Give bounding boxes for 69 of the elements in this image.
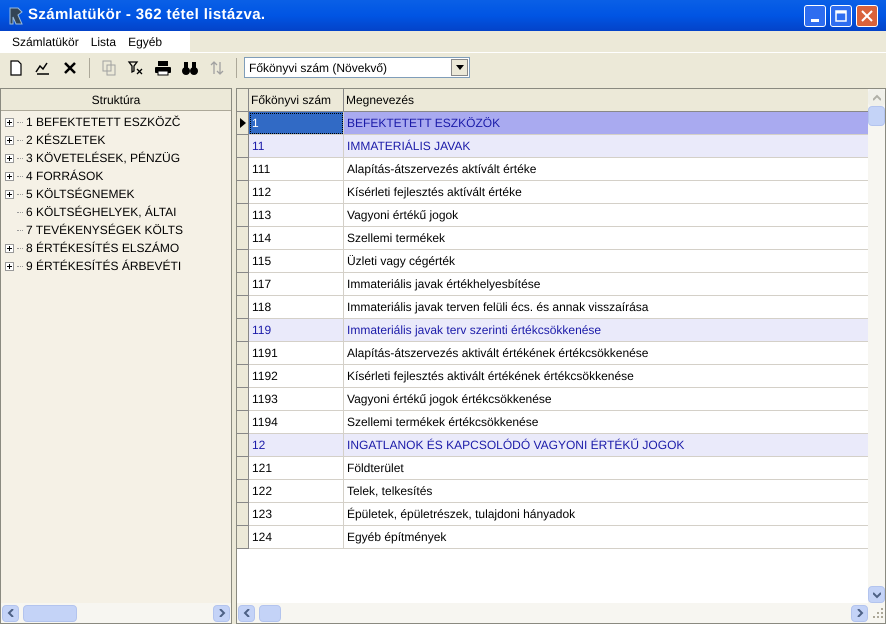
table-cell: 12: [249, 434, 344, 457]
window-title: Számlatükör - 362 tétel listázva.: [28, 5, 266, 26]
maximize-button[interactable]: [830, 4, 852, 26]
expand-icon[interactable]: [5, 172, 14, 180]
tree-item[interactable]: 6 KÖLTSÉGHELYEK, ÁLTAI: [26, 203, 176, 221]
tree-item[interactable]: 4 FORRÁSOK: [26, 167, 104, 185]
table-cell: 111: [249, 158, 344, 181]
scroll-thumb[interactable]: [868, 106, 885, 126]
table-cell: BEFEKTETETT ESZKÖZÖK: [344, 112, 868, 135]
scroll-button[interactable]: [868, 586, 885, 603]
table-cell: 1192: [249, 365, 344, 388]
tree-item[interactable]: 3 KÖVETELÉSEK, PÉNZÜG: [26, 149, 180, 167]
scroll-thumb[interactable]: [23, 604, 77, 622]
scroll-thumb[interactable]: [259, 604, 281, 622]
table-cell: 117: [249, 273, 344, 296]
table-cell: Immateriális javak terv szerinti értékcsökkenése: [344, 319, 868, 342]
expand-icon[interactable]: [5, 262, 14, 270]
tree-item[interactable]: 5 KÖLTSÉGNEMEK: [26, 185, 134, 203]
table-cell: 11: [249, 135, 344, 158]
table-cell: 1194: [249, 411, 344, 434]
scroll-button[interactable]: [2, 604, 19, 622]
panel-header: Struktúra: [1, 89, 231, 111]
app-icon: [8, 6, 24, 24]
table-cell: 121: [249, 457, 344, 480]
tree-item[interactable]: 8 ÉRTÉKESÍTÉS ELSZÁMO: [26, 239, 180, 257]
current-row-icon: [240, 118, 246, 128]
table-cell: 1: [249, 112, 344, 135]
table-cell: 113: [249, 204, 344, 227]
table-cell: IMMATERIÁLIS JAVAK: [344, 135, 868, 158]
table-cell: 124: [249, 526, 344, 549]
expand-icon[interactable]: [5, 118, 14, 126]
table-cell: 122: [249, 480, 344, 503]
minimize-icon: [811, 18, 819, 22]
close-icon: [861, 10, 873, 22]
menu-item[interactable]: Egyéb: [124, 32, 166, 50]
table-cell: 123: [249, 503, 344, 526]
resize-grip-icon[interactable]: [872, 607, 884, 619]
dropdown-arrow-icon: [456, 65, 464, 70]
scroll-button[interactable]: [213, 604, 230, 622]
table-cell: 112: [249, 181, 344, 204]
scroll-button[interactable]: [238, 604, 255, 622]
tree-item[interactable]: 7 TEVÉKENYSÉGEK KÖLTS: [26, 221, 183, 239]
table-cell: 1191: [249, 342, 344, 365]
table-cell: 118: [249, 296, 344, 319]
table-cell: 1193: [249, 388, 344, 411]
sort-value: Főkönyvi szám (Növekvő): [249, 60, 388, 76]
expand-icon[interactable]: [5, 244, 14, 252]
tree-item[interactable]: 2 KÉSZLETEK: [26, 131, 106, 149]
scroll-button[interactable]: [851, 604, 868, 622]
copy-icon: [100, 58, 118, 76]
menu-item[interactable]: Számlatükör: [8, 32, 83, 50]
tree-item[interactable]: 1 BEFEKTETETT ESZKÖZČ: [26, 113, 180, 131]
menu-item[interactable]: Lista: [86, 32, 120, 50]
maximize-icon: [835, 10, 847, 22]
tree-item[interactable]: 9 ÉRTÉKESÍTÉS ÁRBEVÉTI: [26, 257, 182, 275]
expand-icon[interactable]: [5, 154, 14, 162]
table-cell: 114: [249, 227, 344, 250]
minimize-button[interactable]: [804, 4, 826, 26]
printer-icon: [154, 58, 172, 76]
filter-icon: [127, 58, 145, 76]
table-cell: INGATLANOK ÉS KAPCSOLÓDÓ VAGYONI ÉRTÉKŰ JOGOK: [344, 434, 868, 457]
swap-icon: [208, 58, 226, 76]
sort-dropdown[interactable]: Főkönyvi szám (Növekvő): [244, 57, 470, 78]
expand-icon[interactable]: [5, 136, 14, 144]
table-cell: 119: [249, 319, 344, 342]
close-button[interactable]: [856, 4, 878, 26]
row-header[interactable]: [237, 112, 249, 135]
expand-icon[interactable]: [5, 190, 14, 198]
table-cell: 115: [249, 250, 344, 273]
